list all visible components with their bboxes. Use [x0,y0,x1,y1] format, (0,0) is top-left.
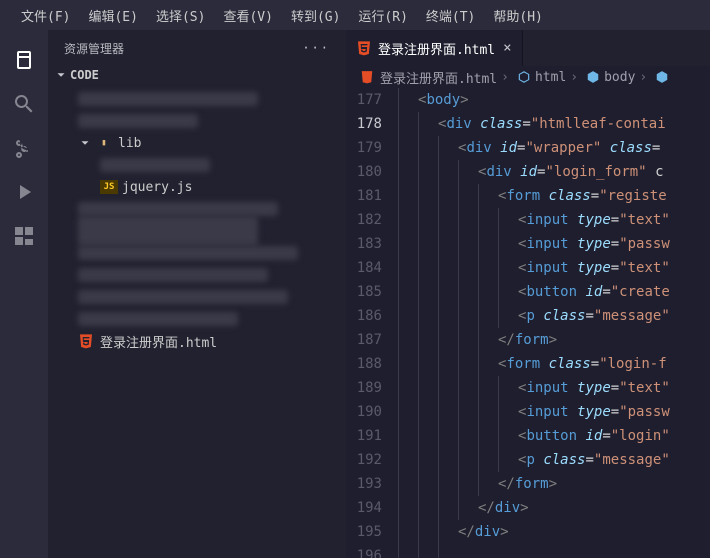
tab-label: 登录注册界面.html [378,39,495,58]
editor-group: 登录注册界面.html × 登录注册界面.html › html › body … [346,30,710,558]
breadcrumb-sep: › [639,70,647,85]
folder-lib-label: lib [118,136,141,151]
folder-root-label: CODE [70,68,99,82]
explorer-sidebar: 资源管理器 ··· CODE ▮ lib JS jquery.js [48,30,346,558]
explorer-title: 资源管理器 [64,40,124,57]
tab-active[interactable]: 登录注册界面.html × [346,30,523,66]
breadcrumb-body[interactable]: body [604,70,635,85]
tree-item[interactable] [48,88,346,110]
chevron-down-icon [78,136,92,150]
activity-bar [0,30,48,558]
breadcrumb[interactable]: 登录注册界面.html › html › body › [346,66,710,88]
tabs-bar: 登录注册界面.html × [346,30,710,66]
menu-bar: 文件(F) 编辑(E) 选择(S) 查看(V) 转到(G) 运行(R) 终端(T… [0,0,710,30]
close-icon[interactable]: × [503,40,511,56]
menu-file[interactable]: 文件(F) [12,6,79,25]
search-icon[interactable] [12,92,36,116]
menu-terminal[interactable]: 终端(T) [417,6,484,25]
tree-item[interactable] [48,154,346,176]
breadcrumb-sep: › [570,70,578,85]
folder-icon: ▮ [94,135,114,151]
explorer-more-icon[interactable]: ··· [302,41,330,55]
source-control-icon[interactable] [12,136,36,160]
file-active-label: 登录注册界面.html [100,332,217,351]
breadcrumb-html[interactable]: html [535,70,566,85]
run-debug-icon[interactable] [12,180,36,204]
extensions-icon[interactable] [12,224,36,248]
cube-icon [655,70,669,84]
html5-icon [356,40,372,56]
tree-item[interactable] [48,264,346,286]
menu-help[interactable]: 帮助(H) [484,6,551,25]
folder-lib[interactable]: ▮ lib [48,132,346,154]
tree-item[interactable] [48,286,346,308]
html5-icon [360,70,374,84]
menu-run[interactable]: 运行(R) [349,6,416,25]
gutter: 1771781791801811821831841851861871881891… [346,88,398,558]
html5-icon [78,333,94,349]
cube-icon [586,70,600,84]
menu-edit[interactable]: 编辑(E) [79,6,146,25]
breadcrumb-sep: › [501,70,509,85]
menu-view[interactable]: 查看(V) [214,6,281,25]
folder-root[interactable]: CODE [48,66,346,84]
menu-goto[interactable]: 转到(G) [282,6,349,25]
cube-icon [517,70,531,84]
explorer-icon[interactable] [12,48,36,72]
file-tree: ▮ lib JS jquery.js 登录注册界面.html [48,84,346,558]
file-active[interactable]: 登录注册界面.html [48,330,346,352]
chevron-down-icon [54,68,68,82]
tree-item[interactable] [48,220,346,242]
menu-select[interactable]: 选择(S) [147,6,214,25]
tree-item[interactable] [48,110,346,132]
breadcrumb-file[interactable]: 登录注册界面.html [380,68,497,87]
tree-item[interactable] [48,242,346,264]
code-content[interactable]: <body><div class="htmlleaf-contai<div id… [398,88,710,558]
file-jquery-label: jquery.js [122,180,192,195]
file-jquery[interactable]: JS jquery.js [48,176,346,198]
js-icon: JS [100,180,118,194]
tree-item[interactable] [48,308,346,330]
